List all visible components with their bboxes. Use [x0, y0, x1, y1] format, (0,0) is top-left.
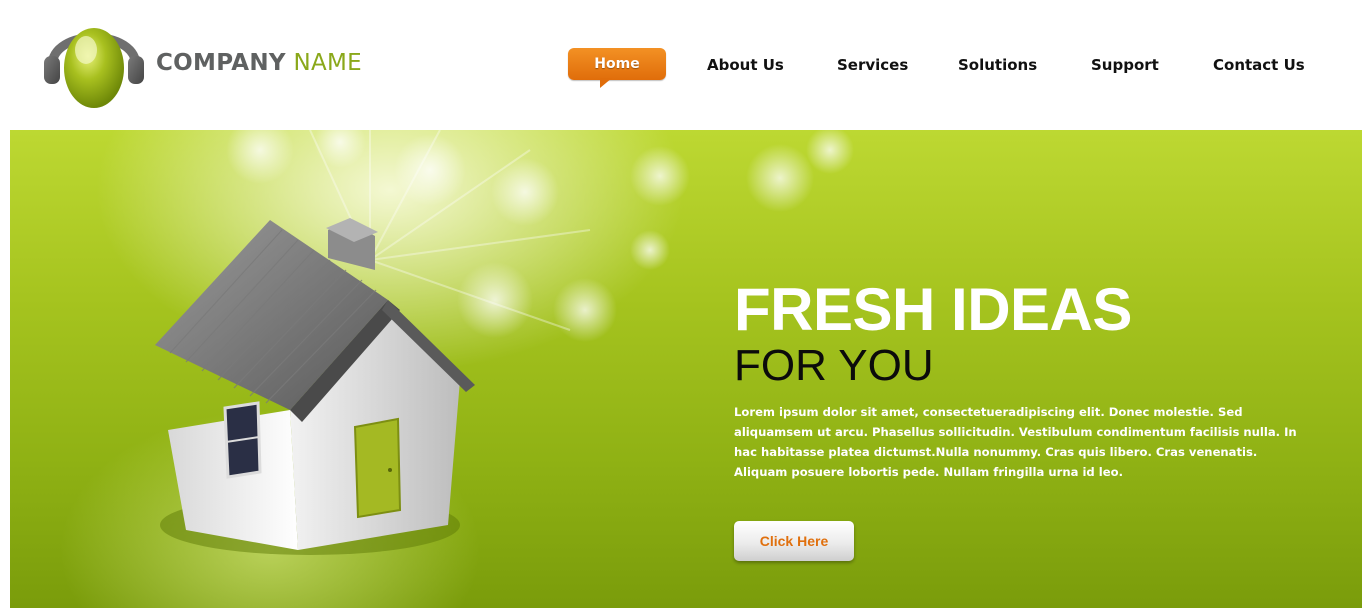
- hero-headline: FRESH IDEAS: [734, 276, 1132, 343]
- click-here-button[interactable]: Click Here: [734, 521, 854, 561]
- hero-background-art: [155, 130, 854, 555]
- brand-name-part1: COMPANY: [156, 50, 286, 76]
- brand-name-part2: NAME: [293, 50, 363, 76]
- hero-banner: FRESH IDEAS FOR YOU Lorem ipsum dolor si…: [10, 130, 1362, 608]
- hero-subheadline: FOR YOU: [734, 341, 934, 390]
- nav-item-about-us[interactable]: About Us: [707, 50, 784, 80]
- nav-item-solutions[interactable]: Solutions: [958, 50, 1037, 80]
- nav-item-services[interactable]: Services: [837, 50, 908, 80]
- nav-item-support[interactable]: Support: [1091, 50, 1159, 80]
- headphones-head-icon: [44, 28, 144, 108]
- hero-body-text: Lorem ipsum dolor sit amet, consectetuer…: [734, 405, 1297, 479]
- brand-name: COMPANY NAME: [156, 50, 362, 76]
- nav-item-contact-us[interactable]: Contact Us: [1213, 50, 1305, 80]
- logo[interactable]: COMPANY NAME: [38, 10, 458, 114]
- site-header: COMPANY NAME Home About Us Services Solu…: [0, 0, 1362, 130]
- house-icon: [155, 218, 475, 555]
- nav-item-label: Home: [594, 56, 640, 72]
- nav-item-home[interactable]: Home: [568, 48, 666, 88]
